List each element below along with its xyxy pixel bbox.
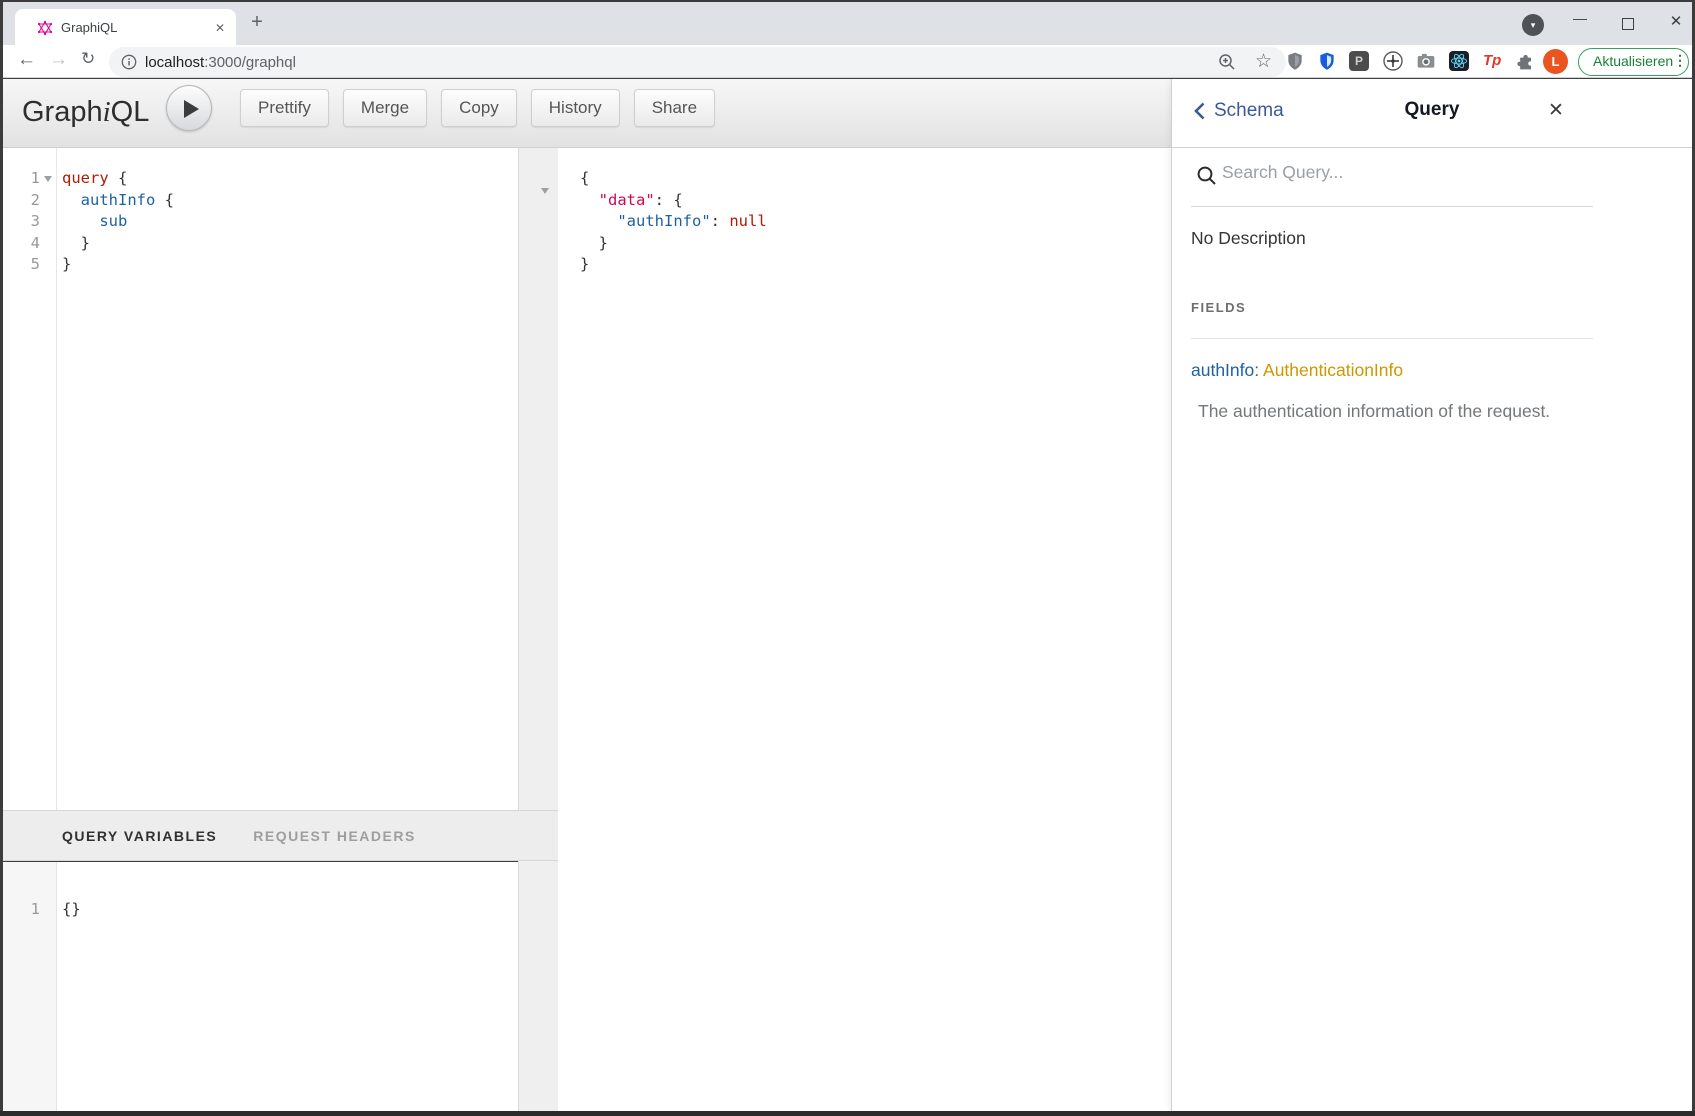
new-tab-button[interactable]: + (246, 10, 268, 36)
browser-tab[interactable]: GraphiQL ✕ (15, 9, 236, 47)
prettify-button[interactable]: Prettify (240, 89, 329, 127)
move-cross-extension-icon[interactable] (1383, 51, 1403, 71)
title-bar: GraphiQL ✕ + ▾ — ✕ (3, 2, 1692, 45)
variables-line-numbers: 1 (3, 899, 40, 921)
query-editor[interactable]: 1 2 3 4 5 query { authInfo { sub } } (3, 148, 518, 810)
window-border-left (0, 0, 3, 1116)
doc-explorer-header: Schema Query ✕ (1172, 79, 1692, 148)
variables-editor[interactable]: 1 {} (3, 862, 518, 1111)
tp-extension-icon[interactable]: Tp (1483, 51, 1503, 71)
close-window-button[interactable]: ✕ (1665, 12, 1687, 30)
address-bar[interactable]: localhost:3000/graphql ☆ (109, 47, 1286, 77)
graphiql-topbar: GraphiQL Prettify Merge Copy History Sha… (3, 79, 1171, 148)
field-description: The authentication information of the re… (1198, 401, 1550, 422)
search-underline (1191, 206, 1593, 207)
browser-toolbar: ← → ↻ localhost:3000/graphql ☆ P (3, 45, 1692, 78)
copy-button[interactable]: Copy (441, 89, 517, 127)
chrome-menu-caret-icon[interactable]: ▾ (1522, 14, 1544, 36)
reload-button[interactable]: ↻ (81, 49, 95, 69)
url-path: :3000/graphql (204, 54, 296, 71)
tab-title: GraphiQL (61, 20, 117, 35)
back-button[interactable]: ← (17, 49, 36, 71)
variables-tabbar: QUERY VARIABLES REQUEST HEADERS (3, 810, 558, 861)
play-icon (184, 100, 199, 118)
ublock-shield-icon[interactable] (1285, 51, 1305, 71)
graphiql-logo: GraphiQL (22, 96, 149, 129)
graphiql-toolbar-buttons: Prettify Merge Copy History Share (240, 89, 715, 127)
browser-menu-kebab-icon[interactable]: ⋮ (1673, 52, 1687, 69)
forward-button[interactable]: → (49, 49, 68, 71)
history-button[interactable]: History (531, 89, 620, 127)
tab-close-icon[interactable]: ✕ (211, 19, 229, 37)
extensions-puzzle-icon[interactable] (1516, 51, 1536, 71)
doc-search-row (1172, 148, 1692, 207)
query-editor-gutter: 1 2 3 4 5 (3, 148, 57, 810)
search-icon (1196, 165, 1217, 186)
profile-avatar[interactable]: L (1543, 49, 1568, 74)
window-border-bottom (0, 1111, 1695, 1116)
url-host: localhost (145, 54, 204, 71)
camera-extension-icon[interactable] (1416, 51, 1436, 71)
query-line-numbers: 1 2 3 4 5 (3, 168, 40, 276)
zoom-page-icon[interactable] (1217, 52, 1237, 72)
tab-request-headers[interactable]: REQUEST HEADERS (253, 828, 416, 844)
minimize-button[interactable]: — (1569, 10, 1591, 26)
share-button[interactable]: Share (634, 89, 715, 127)
result-code: { "data": { "authInfo": null } } (580, 168, 767, 276)
field-entry: authInfo: AuthenticationInfo (1191, 360, 1403, 381)
doc-explorer-panel: Schema Query ✕ No Description FIELDS aut… (1171, 79, 1692, 1111)
window-border-top (0, 0, 1695, 2)
p-extension-icon[interactable]: P (1349, 51, 1369, 71)
result-viewer: { "data": { "authInfo": null } } (558, 148, 1171, 1111)
bookmark-star-icon[interactable]: ☆ (1255, 50, 1272, 73)
variables-editor-gutter: 1 (3, 862, 57, 1111)
merge-button[interactable]: Merge (343, 89, 427, 127)
field-type-link[interactable]: AuthenticationInfo (1263, 360, 1403, 380)
fold-arrow-icon[interactable] (44, 176, 52, 182)
doc-panel-title: Query (1172, 99, 1692, 121)
graphql-favicon-icon (37, 20, 53, 36)
page-info-icon[interactable] (121, 54, 137, 70)
fields-divider (1191, 338, 1593, 339)
react-devtools-icon[interactable] (1449, 51, 1469, 71)
pane-divider[interactable] (518, 148, 558, 1111)
execute-query-button[interactable] (166, 85, 212, 131)
bitwarden-shield-icon[interactable] (1317, 51, 1337, 71)
field-name-link[interactable]: authInfo (1191, 360, 1254, 380)
url-text[interactable]: localhost:3000/graphql (145, 54, 296, 71)
fields-heading: FIELDS (1191, 300, 1246, 315)
browser-window: GraphiQL ✕ + ▾ — ✕ ← → ↻ localhost:3000/… (0, 0, 1695, 1116)
variables-code: {} (62, 899, 81, 921)
result-fold-arrow-icon[interactable] (541, 188, 549, 194)
doc-close-icon[interactable]: ✕ (1548, 99, 1564, 122)
doc-search-input[interactable] (1222, 162, 1552, 183)
tab-query-variables[interactable]: QUERY VARIABLES (62, 828, 217, 844)
query-code: query { authInfo { sub } } (62, 168, 174, 276)
update-label: Aktualisieren (1593, 53, 1673, 69)
maximize-button[interactable] (1622, 18, 1634, 30)
type-description: No Description (1191, 228, 1306, 249)
